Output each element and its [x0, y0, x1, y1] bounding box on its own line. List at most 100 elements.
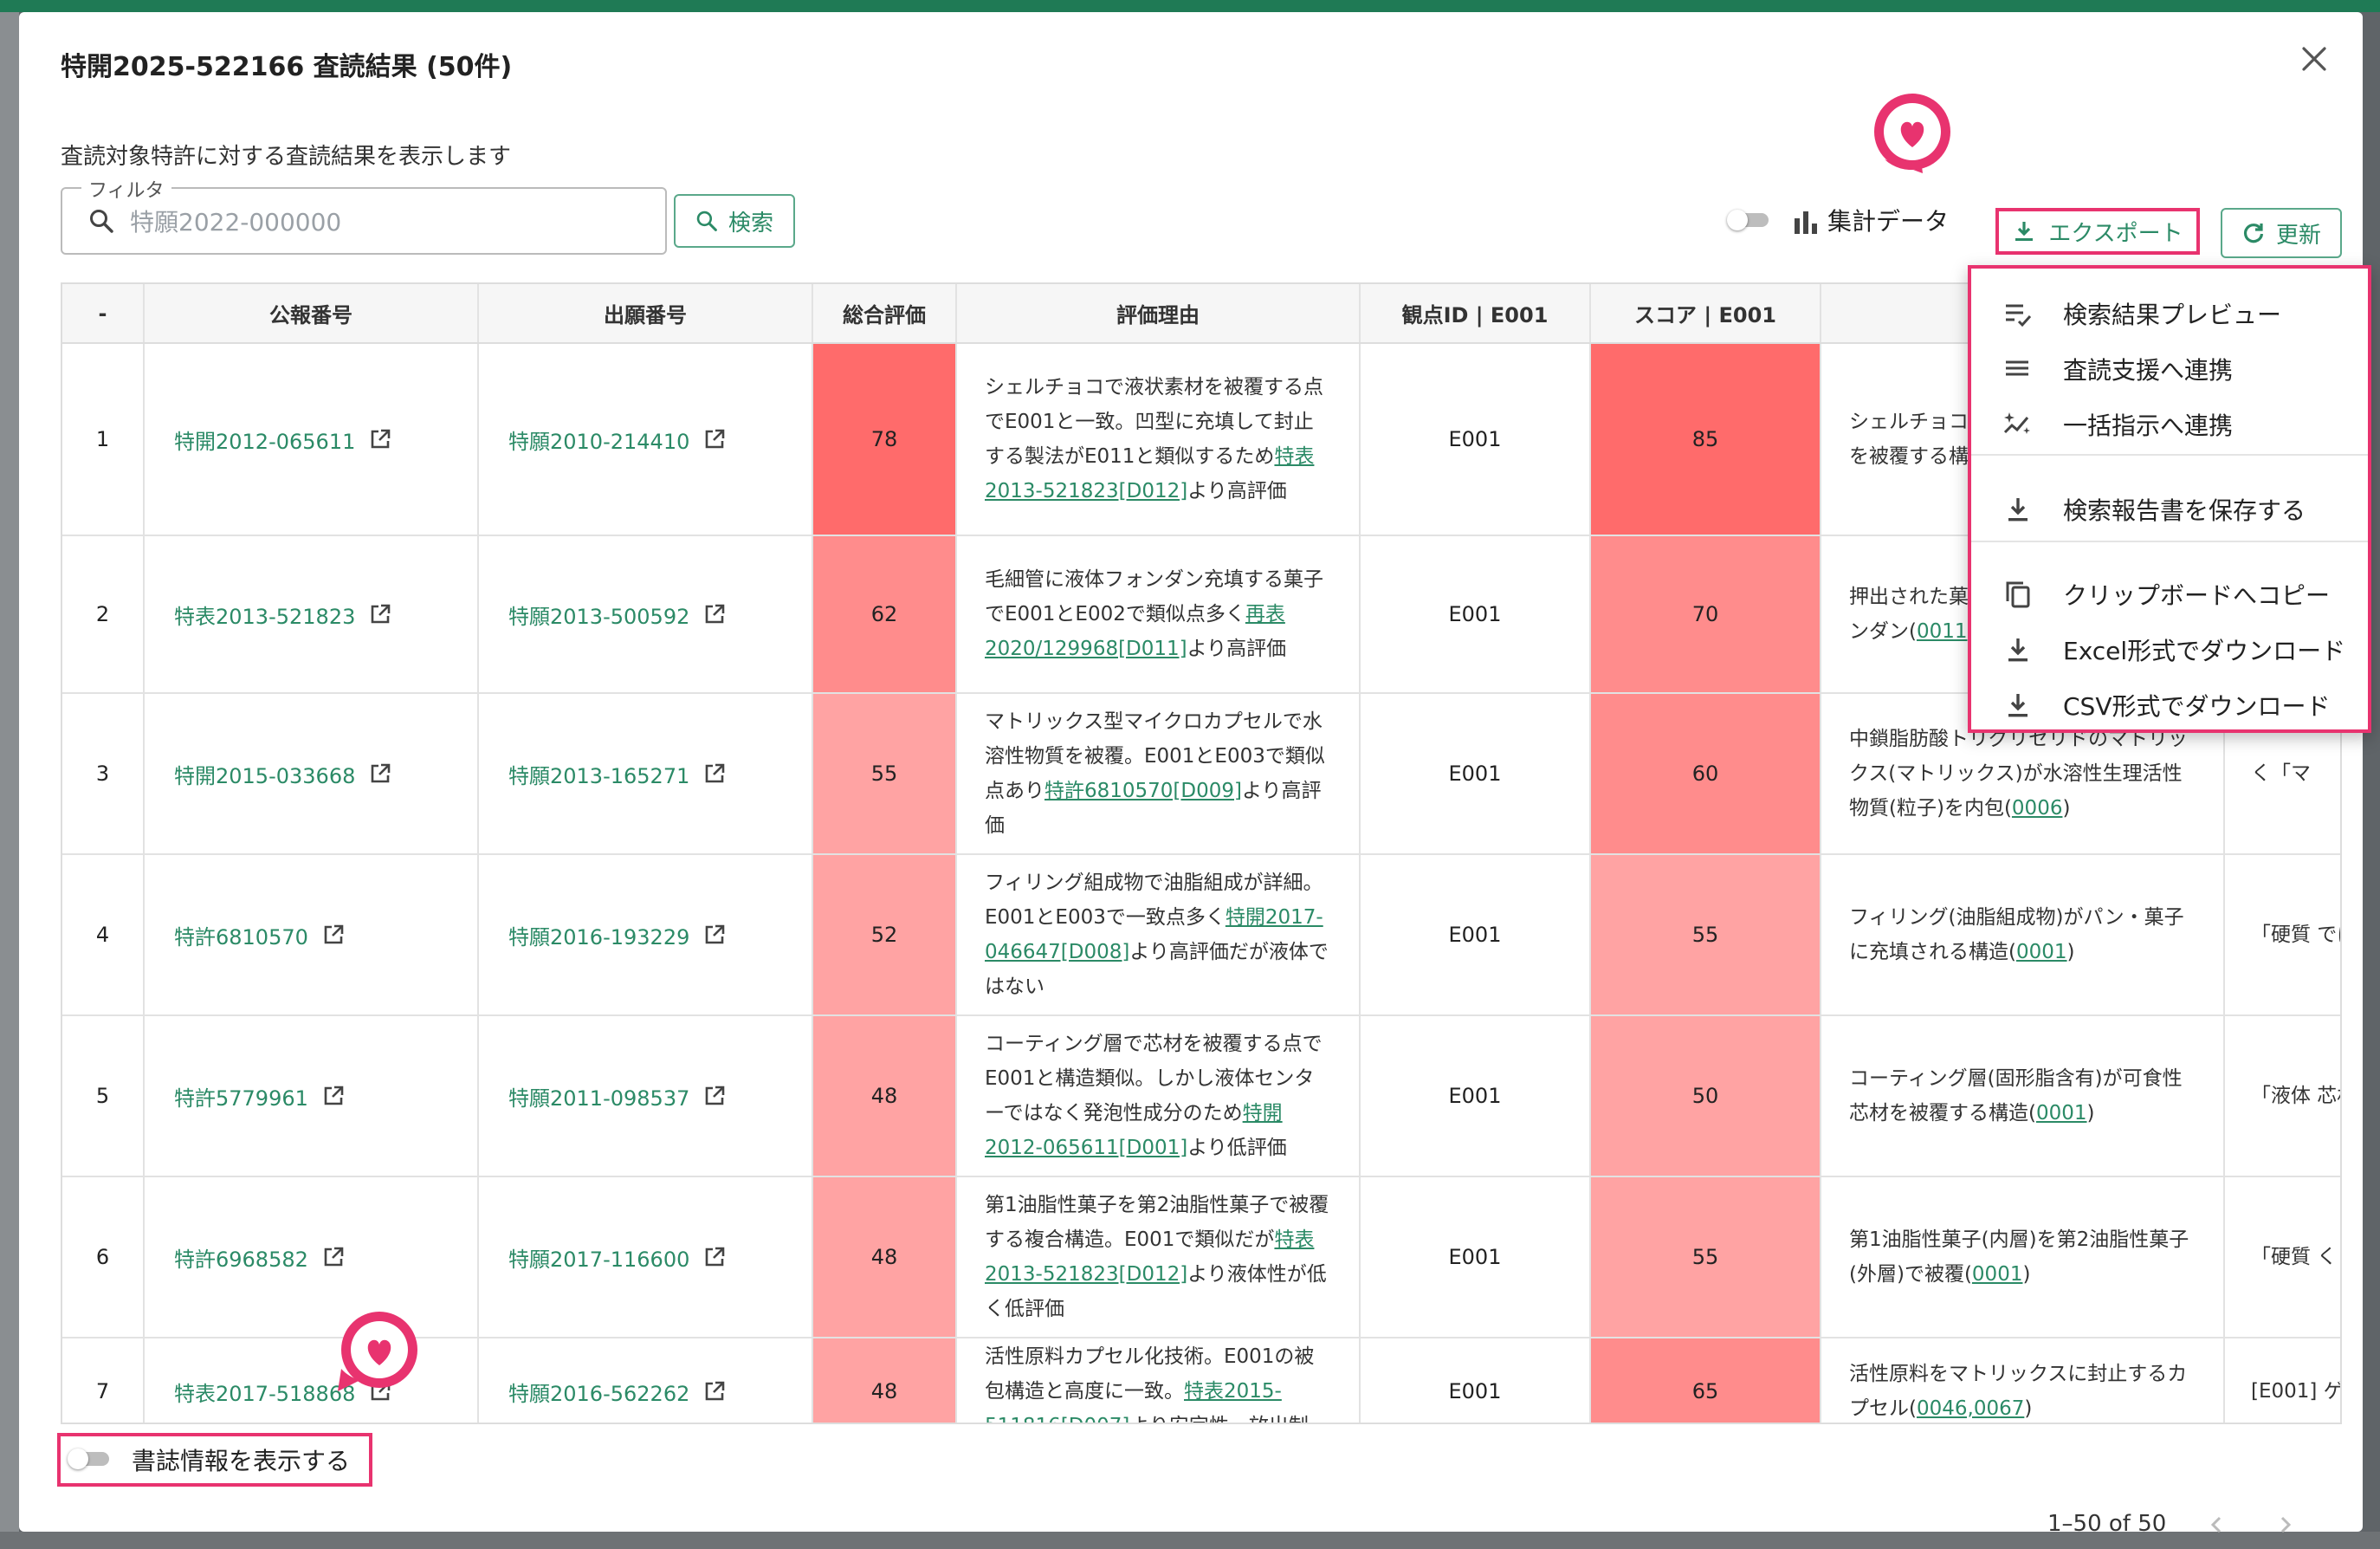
paragraph-link[interactable]: 0046,0067 — [1917, 1397, 2024, 1420]
previous-page-button[interactable] — [2200, 1507, 2234, 1542]
publication-number-link[interactable]: 特表2017-518868 — [174, 1377, 355, 1407]
aggregate-toggle[interactable] — [1727, 210, 1774, 230]
menu-divider — [1971, 541, 2368, 542]
description-text-tail: ) — [2022, 1263, 2031, 1286]
external-link-icon[interactable] — [369, 762, 391, 785]
publication-number-link[interactable]: 特表2013-521823 — [174, 600, 355, 630]
total-rating-cell: 78 — [812, 343, 957, 536]
menu-divider — [1971, 454, 2368, 456]
background-app-header — [0, 0, 2380, 12]
application-number-cell: 特願2013-165271 — [478, 693, 813, 855]
external-link-icon[interactable] — [703, 428, 726, 450]
description-cell: フィリング(油脂組成物)がパン・菓子に充填される構造(0001) — [1821, 854, 2225, 1016]
header-index[interactable]: - — [62, 284, 145, 344]
external-link-icon[interactable] — [703, 1085, 726, 1107]
export-menu-item[interactable]: CSV形式でダウンロード — [1971, 677, 2368, 733]
filter-field[interactable]: フィルタ 特願2022-000000 — [61, 175, 667, 255]
export-button[interactable]: エクスポート — [1995, 208, 2200, 255]
export-menu: 検索結果プレビュー 査読支援へ連携 一括指示へ連携検索報告書を保存するクリップボード… — [1968, 265, 2371, 733]
application-number-cell: 特願2013-500592 — [478, 535, 813, 694]
paragraph-link[interactable]: 0001 — [2016, 941, 2067, 963]
publication-number-link[interactable]: 特許6968582 — [174, 1242, 308, 1273]
external-link-icon[interactable] — [369, 603, 391, 625]
row-index: 6 — [62, 1176, 145, 1338]
reference-link[interactable]: 特許6810570[D009] — [1044, 780, 1242, 802]
next-page-button[interactable] — [2267, 1507, 2302, 1542]
list-lines-icon — [2002, 353, 2034, 385]
external-link-icon[interactable] — [703, 924, 726, 946]
close-button[interactable] — [2295, 40, 2333, 78]
export-menu-item[interactable]: 査読支援へ連携 — [1971, 341, 2368, 397]
export-menu-item-label: CSV形式でダウンロード — [2063, 692, 2331, 721]
application-number-cell: 特願2016-193229 — [478, 854, 813, 1016]
rating-reason-cell: フィリング組成物で油脂組成が詳細。E001とE003で一致点多く特開2017-0… — [956, 854, 1361, 1016]
bibliography-toggle[interactable] — [68, 1449, 114, 1469]
application-number-link[interactable]: 特願2013-500592 — [508, 600, 689, 630]
refresh-icon — [2243, 224, 2264, 243]
description-text: コーティング層(固形脂含有)が可食性芯材を被覆する構造( — [1849, 1067, 2183, 1124]
rating-reason-cell: 第1油脂性菓子を第2油脂性菓子で被覆する複合構造。E001で類似だが特表2013… — [956, 1176, 1361, 1338]
application-number-link[interactable]: 特願2016-562262 — [508, 1377, 689, 1407]
export-menu-item-label: 検索報告書を保存する — [2063, 496, 2306, 525]
application-number-link[interactable]: 特願2017-116600 — [508, 1242, 689, 1273]
refresh-button-label: 更新 — [2275, 222, 2321, 249]
search-button[interactable]: 検索 — [674, 194, 795, 248]
application-number-link[interactable]: 特願2013-165271 — [508, 759, 689, 789]
bar-chart-icon — [1795, 211, 1817, 234]
publication-number-link[interactable]: 特許6810570 — [174, 920, 308, 950]
application-number-link[interactable]: 特願2010-214410 — [508, 425, 689, 455]
total-rating-cell: 48 — [812, 1176, 957, 1338]
header-rating-reason[interactable]: 評価理由 — [956, 284, 1361, 344]
header-total-rating[interactable]: 総合評価 — [812, 284, 957, 344]
aspect-id-cell: E001 — [1360, 1015, 1591, 1177]
search-icon — [90, 210, 113, 233]
aspect-score-cell: 55 — [1590, 854, 1821, 1016]
paragraph-link[interactable]: 0001 — [2036, 1102, 2087, 1124]
table-row[interactable]: 5 特許5779961 特願2011-098537 48 コーティング層で芯材を被覆する… — [62, 1015, 2340, 1177]
header-publication-number[interactable]: 公報番号 — [144, 284, 479, 344]
dialog-title: 特開2025-522166 査読結果 (50件) — [61, 52, 513, 82]
sparkle-check-icon — [2002, 409, 2034, 440]
export-menu-item[interactable]: Excel形式でダウンロード — [1971, 622, 2368, 677]
paragraph-link[interactable]: 0011 — [1917, 620, 1968, 643]
external-link-icon[interactable] — [703, 1246, 726, 1268]
filter-input[interactable]: 特願2022-000000 — [130, 204, 341, 238]
reason-text-tail: より高評価 — [1187, 480, 1287, 502]
paragraph-link[interactable]: 0006 — [2012, 797, 2063, 820]
external-link-icon[interactable] — [322, 1085, 345, 1107]
application-number-link[interactable]: 特願2016-193229 — [508, 920, 689, 950]
aspect-id-cell: E001 — [1360, 854, 1591, 1016]
search-icon — [696, 211, 717, 231]
description-text-tail: ) — [2086, 1102, 2095, 1124]
download-icon — [2015, 222, 2034, 241]
paragraph-link[interactable]: 0001 — [1972, 1263, 2023, 1286]
bibliography-toggle-label: 書誌情報を表示する — [132, 1447, 351, 1475]
header-application-number[interactable]: 出願番号 — [478, 284, 813, 344]
header-aspect-id[interactable]: 観点ID | E001 — [1360, 284, 1591, 344]
extra-cell: [E001] ゲル化 — [2224, 1338, 2340, 1423]
external-link-icon[interactable] — [322, 1246, 345, 1268]
export-menu-item[interactable]: クリップボードへコピー — [1971, 567, 2368, 622]
publication-number-link[interactable]: 特開2015-033668 — [174, 759, 355, 789]
external-link-icon[interactable] — [322, 924, 345, 946]
application-number-link[interactable]: 特願2011-098537 — [508, 1081, 689, 1112]
publication-number-link[interactable]: 特開2012-065611 — [174, 425, 355, 455]
publication-number-link[interactable]: 特許5779961 — [174, 1081, 308, 1112]
external-link-icon[interactable] — [703, 603, 726, 625]
external-link-icon[interactable] — [703, 1380, 726, 1403]
header-score[interactable]: スコア | E001 — [1590, 284, 1821, 344]
table-row[interactable]: 4 特許6810570 特願2016-193229 52 フィリング組成物で油脂組成が詳… — [62, 854, 2340, 1016]
export-menu-item[interactable]: 検索結果プレビュー — [1971, 286, 2368, 341]
refresh-button[interactable]: 更新 — [2221, 208, 2342, 258]
reason-text-tail: より高評価 — [1187, 638, 1287, 660]
show-bibliography-toggle-row[interactable]: 書誌情報を表示する — [57, 1433, 372, 1487]
external-link-icon[interactable] — [703, 762, 726, 785]
publication-number-cell: 特許6810570 — [144, 854, 479, 1016]
dialog-subtitle: 査読対象特許に対する査読結果を表示します — [61, 144, 512, 170]
description-text-tail: ) — [2024, 1397, 2033, 1420]
export-menu-item[interactable]: 検索報告書を保存する — [1971, 482, 2368, 537]
heart-badge-icon — [338, 1312, 417, 1391]
external-link-icon[interactable] — [369, 428, 391, 450]
aggregate-label: 集計データ — [1827, 207, 1950, 236]
export-menu-item[interactable]: 一括指示へ連携 — [1971, 397, 2368, 452]
